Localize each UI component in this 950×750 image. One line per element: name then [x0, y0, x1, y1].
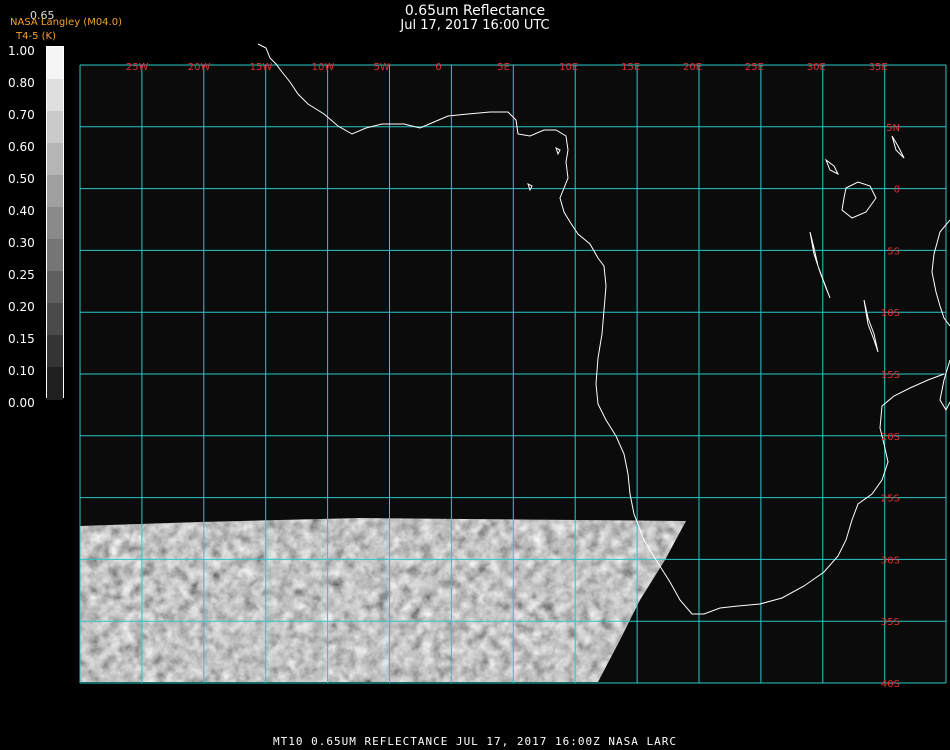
cloud-swath: [80, 518, 686, 682]
longitude-label: 20E: [683, 62, 702, 73]
longitude-label: 25E: [745, 62, 764, 73]
longitude-label: 10W: [312, 62, 335, 73]
latitude-label: 0: [894, 185, 900, 196]
longitude-label: 15E: [621, 62, 640, 73]
longitude-label: 15W: [250, 62, 273, 73]
longitude-label: 25W: [126, 62, 149, 73]
footer-caption: MT10 0.65UM REFLECTANCE JUL 17, 2017 16:…: [273, 735, 677, 748]
satellite-map: 25W 20W 15W 10W 5W 0 5E 10E 15E 20E 25E 30E 35E 5N 0 5…: [79, 43, 950, 690]
longitude-label: 5W: [374, 62, 390, 73]
longitude-label: 20W: [188, 62, 211, 73]
longitude-label: 5E: [497, 62, 510, 73]
latitude-label: 40S: [881, 679, 900, 690]
latitude-label: 15S: [881, 370, 900, 381]
latitude-label: 30S: [881, 555, 900, 566]
latitude-label: 35S: [881, 617, 900, 628]
longitude-label: 10E: [559, 62, 578, 73]
longitude-label: 30E: [807, 62, 826, 73]
longitude-label: 0: [435, 62, 441, 73]
latitude-label: 10S: [881, 308, 900, 319]
longitude-label: 35E: [869, 62, 888, 73]
latitude-label: 25S: [881, 494, 900, 505]
latitude-label: 5N: [886, 123, 900, 134]
latitude-label: 5S: [887, 246, 900, 257]
latitude-label: 20S: [881, 432, 900, 443]
